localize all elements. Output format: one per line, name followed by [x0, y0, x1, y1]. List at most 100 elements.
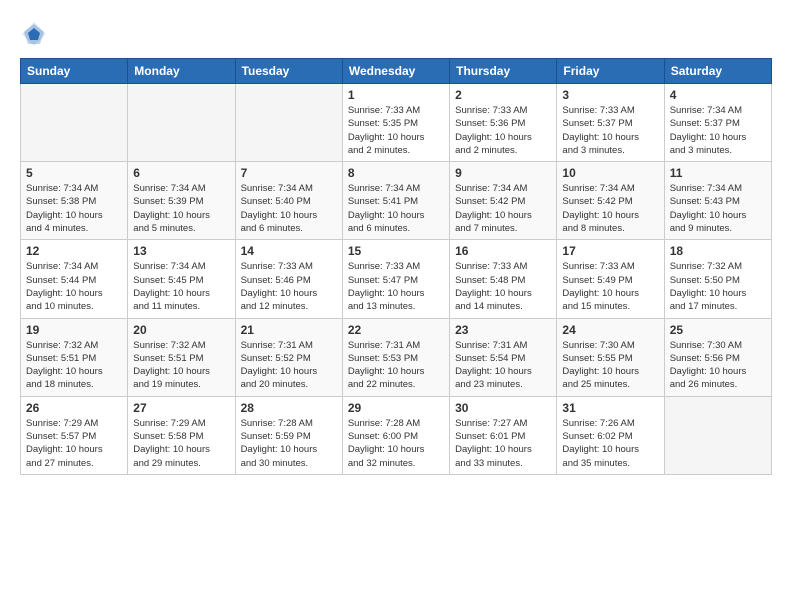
- calendar-cell: 1 Sunrise: 7:33 AM Sunset: 5:35 PM Daylig…: [342, 84, 449, 162]
- calendar-cell: 30 Sunrise: 7:27 AM Sunset: 6:01 PM Dayli…: [450, 396, 557, 474]
- day-info: Sunrise: 7:33 AM Sunset: 5:36 PM Dayligh…: [455, 104, 551, 157]
- calendar-cell: 24 Sunrise: 7:30 AM Sunset: 5:55 PM Dayli…: [557, 318, 664, 396]
- day-number: 28: [241, 401, 337, 415]
- day-number: 30: [455, 401, 551, 415]
- day-info: Sunrise: 7:31 AM Sunset: 5:53 PM Dayligh…: [348, 339, 444, 392]
- day-info: Sunrise: 7:34 AM Sunset: 5:43 PM Dayligh…: [670, 182, 766, 235]
- day-info: Sunrise: 7:33 AM Sunset: 5:49 PM Dayligh…: [562, 260, 658, 313]
- day-info: Sunrise: 7:33 AM Sunset: 5:35 PM Dayligh…: [348, 104, 444, 157]
- calendar-cell: 3 Sunrise: 7:33 AM Sunset: 5:37 PM Daylig…: [557, 84, 664, 162]
- calendar-week-row: 19 Sunrise: 7:32 AM Sunset: 5:51 PM Dayli…: [21, 318, 772, 396]
- calendar-cell: 27 Sunrise: 7:29 AM Sunset: 5:58 PM Dayli…: [128, 396, 235, 474]
- day-info: Sunrise: 7:30 AM Sunset: 5:56 PM Dayligh…: [670, 339, 766, 392]
- calendar-cell: 13 Sunrise: 7:34 AM Sunset: 5:45 PM Dayli…: [128, 240, 235, 318]
- calendar-cell: 4 Sunrise: 7:34 AM Sunset: 5:37 PM Daylig…: [664, 84, 771, 162]
- day-info: Sunrise: 7:31 AM Sunset: 5:54 PM Dayligh…: [455, 339, 551, 392]
- day-info: Sunrise: 7:34 AM Sunset: 5:39 PM Dayligh…: [133, 182, 229, 235]
- calendar-week-row: 5 Sunrise: 7:34 AM Sunset: 5:38 PM Daylig…: [21, 162, 772, 240]
- weekday-header: Saturday: [664, 59, 771, 84]
- calendar-cell: 22 Sunrise: 7:31 AM Sunset: 5:53 PM Dayli…: [342, 318, 449, 396]
- day-info: Sunrise: 7:32 AM Sunset: 5:50 PM Dayligh…: [670, 260, 766, 313]
- day-info: Sunrise: 7:32 AM Sunset: 5:51 PM Dayligh…: [26, 339, 122, 392]
- day-number: 12: [26, 244, 122, 258]
- weekday-header: Friday: [557, 59, 664, 84]
- day-info: Sunrise: 7:34 AM Sunset: 5:37 PM Dayligh…: [670, 104, 766, 157]
- calendar-cell: 6 Sunrise: 7:34 AM Sunset: 5:39 PM Daylig…: [128, 162, 235, 240]
- day-info: Sunrise: 7:26 AM Sunset: 6:02 PM Dayligh…: [562, 417, 658, 470]
- day-number: 5: [26, 166, 122, 180]
- day-number: 3: [562, 88, 658, 102]
- calendar-cell: 23 Sunrise: 7:31 AM Sunset: 5:54 PM Dayli…: [450, 318, 557, 396]
- day-number: 22: [348, 323, 444, 337]
- calendar-cell: 20Sunrise: 7:32 AM Sunset: 5:51 PM Dayli…: [128, 318, 235, 396]
- day-info: Sunrise: 7:31 AM Sunset: 5:52 PM Dayligh…: [241, 339, 337, 392]
- calendar-cell: 12 Sunrise: 7:34 AM Sunset: 5:44 PM Dayli…: [21, 240, 128, 318]
- day-number: 15: [348, 244, 444, 258]
- day-number: 25: [670, 323, 766, 337]
- calendar-cell: 28 Sunrise: 7:28 AM Sunset: 5:59 PM Dayli…: [235, 396, 342, 474]
- calendar-week-row: 26 Sunrise: 7:29 AM Sunset: 5:57 PM Dayli…: [21, 396, 772, 474]
- calendar-cell: 7 Sunrise: 7:34 AM Sunset: 5:40 PM Daylig…: [235, 162, 342, 240]
- calendar-cell: 14 Sunrise: 7:33 AM Sunset: 5:46 PM Dayli…: [235, 240, 342, 318]
- day-number: 10: [562, 166, 658, 180]
- day-number: 31: [562, 401, 658, 415]
- calendar-table: SundayMondayTuesdayWednesdayThursdayFrid…: [20, 58, 772, 475]
- weekday-header: Thursday: [450, 59, 557, 84]
- day-number: 4: [670, 88, 766, 102]
- day-number: 26: [26, 401, 122, 415]
- weekday-header: Sunday: [21, 59, 128, 84]
- day-number: 27: [133, 401, 229, 415]
- weekday-header: Monday: [128, 59, 235, 84]
- logo-icon: [20, 20, 48, 48]
- day-number: 1: [348, 88, 444, 102]
- day-info: Sunrise: 7:34 AM Sunset: 5:45 PM Dayligh…: [133, 260, 229, 313]
- day-number: 11: [670, 166, 766, 180]
- weekday-header-row: SundayMondayTuesdayWednesdayThursdayFrid…: [21, 59, 772, 84]
- calendar-cell: 26 Sunrise: 7:29 AM Sunset: 5:57 PM Dayli…: [21, 396, 128, 474]
- day-info: Sunrise: 7:29 AM Sunset: 5:57 PM Dayligh…: [26, 417, 122, 470]
- day-info: Sunrise: 7:34 AM Sunset: 5:42 PM Dayligh…: [562, 182, 658, 235]
- calendar-cell: 5 Sunrise: 7:34 AM Sunset: 5:38 PM Daylig…: [21, 162, 128, 240]
- day-number: 13: [133, 244, 229, 258]
- day-info: Sunrise: 7:33 AM Sunset: 5:46 PM Dayligh…: [241, 260, 337, 313]
- day-number: 18: [670, 244, 766, 258]
- day-number: 14: [241, 244, 337, 258]
- day-number: 8: [348, 166, 444, 180]
- weekday-header: Wednesday: [342, 59, 449, 84]
- calendar-cell: 18 Sunrise: 7:32 AM Sunset: 5:50 PM Dayli…: [664, 240, 771, 318]
- day-info: Sunrise: 7:34 AM Sunset: 5:38 PM Dayligh…: [26, 182, 122, 235]
- day-info: Sunrise: 7:33 AM Sunset: 5:48 PM Dayligh…: [455, 260, 551, 313]
- day-info: Sunrise: 7:29 AM Sunset: 5:58 PM Dayligh…: [133, 417, 229, 470]
- day-info: Sunrise: 7:33 AM Sunset: 5:47 PM Dayligh…: [348, 260, 444, 313]
- day-number: 23: [455, 323, 551, 337]
- day-number: 20: [133, 323, 229, 337]
- day-number: 19: [26, 323, 122, 337]
- day-number: 17: [562, 244, 658, 258]
- day-number: 16: [455, 244, 551, 258]
- day-info: Sunrise: 7:34 AM Sunset: 5:44 PM Dayligh…: [26, 260, 122, 313]
- day-number: 7: [241, 166, 337, 180]
- calendar-cell: [128, 84, 235, 162]
- calendar-cell: 29Sunrise: 7:28 AM Sunset: 6:00 PM Dayli…: [342, 396, 449, 474]
- calendar-cell: 31 Sunrise: 7:26 AM Sunset: 6:02 PM Dayli…: [557, 396, 664, 474]
- calendar-cell: 21Sunrise: 7:31 AM Sunset: 5:52 PM Dayli…: [235, 318, 342, 396]
- page-header: [20, 20, 772, 48]
- day-info: Sunrise: 7:34 AM Sunset: 5:40 PM Dayligh…: [241, 182, 337, 235]
- day-info: Sunrise: 7:27 AM Sunset: 6:01 PM Dayligh…: [455, 417, 551, 470]
- day-number: 2: [455, 88, 551, 102]
- day-number: 24: [562, 323, 658, 337]
- calendar-cell: 19 Sunrise: 7:32 AM Sunset: 5:51 PM Dayli…: [21, 318, 128, 396]
- day-info: Sunrise: 7:33 AM Sunset: 5:37 PM Dayligh…: [562, 104, 658, 157]
- weekday-header: Tuesday: [235, 59, 342, 84]
- calendar-cell: [21, 84, 128, 162]
- day-info: Sunrise: 7:28 AM Sunset: 5:59 PM Dayligh…: [241, 417, 337, 470]
- calendar-cell: 8Sunrise: 7:34 AM Sunset: 5:41 PM Daylig…: [342, 162, 449, 240]
- day-number: 6: [133, 166, 229, 180]
- day-info: Sunrise: 7:30 AM Sunset: 5:55 PM Dayligh…: [562, 339, 658, 392]
- calendar-cell: 11 Sunrise: 7:34 AM Sunset: 5:43 PM Dayli…: [664, 162, 771, 240]
- calendar-week-row: 1 Sunrise: 7:33 AM Sunset: 5:35 PM Daylig…: [21, 84, 772, 162]
- day-number: 29: [348, 401, 444, 415]
- logo: [20, 20, 52, 48]
- day-number: 9: [455, 166, 551, 180]
- calendar-cell: 15 Sunrise: 7:33 AM Sunset: 5:47 PM Dayli…: [342, 240, 449, 318]
